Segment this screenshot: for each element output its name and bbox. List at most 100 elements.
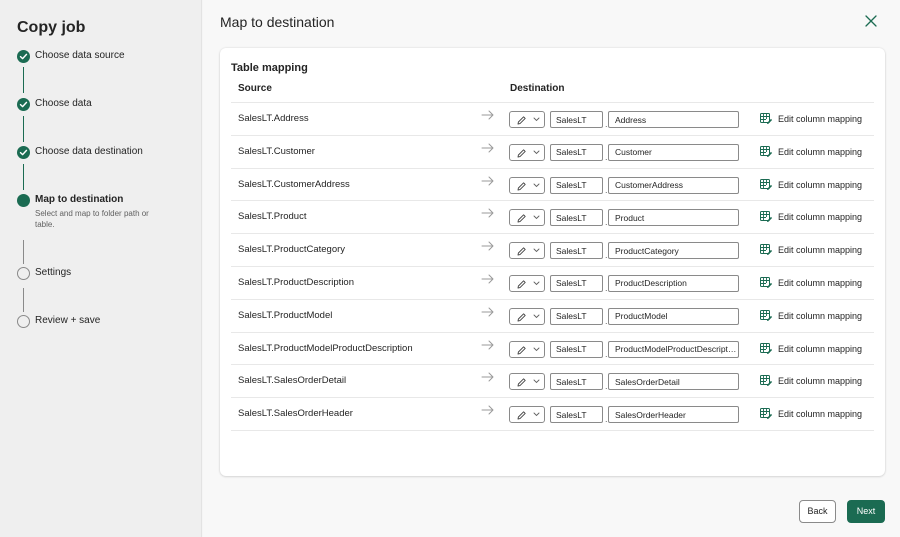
table-row: SalesLT.ProductDescription . Edit column… <box>231 267 874 300</box>
table-row: SalesLT.ProductCategory . Edit column ma… <box>231 234 874 267</box>
destination-table-input[interactable] <box>608 143 739 161</box>
step-connector <box>23 288 24 312</box>
table-row: SalesLT.ProductModelProductDescription .… <box>231 333 874 366</box>
step-label: Map to destination <box>35 194 124 205</box>
mapping-mode-dropdown[interactable] <box>509 406 545 424</box>
edit-column-mapping-label: Edit column mapping <box>778 343 863 354</box>
arrow-right-icon <box>481 405 494 415</box>
step-connector <box>23 240 24 264</box>
step-description: Select and map to folder path or table. <box>35 209 149 229</box>
destination-column-header: Destination <box>510 83 565 94</box>
pending-step-icon <box>17 267 30 280</box>
mapping-mode-dropdown[interactable] <box>509 209 545 227</box>
table-edit-icon <box>760 375 773 387</box>
mapping-mode-dropdown[interactable] <box>509 307 545 325</box>
source-table-name: SalesLT.ProductModelProductDescription <box>238 342 413 354</box>
source-table-name: SalesLT.SalesOrderDetail <box>238 375 347 387</box>
source-table-name: SalesLT.SalesOrderHeader <box>238 408 353 420</box>
arrow-right-icon <box>481 340 494 350</box>
destination-schema-input[interactable] <box>550 307 603 325</box>
pencil-icon <box>517 116 526 125</box>
mapping-mode-dropdown[interactable] <box>509 274 545 292</box>
destination-schema-input[interactable] <box>550 406 603 424</box>
destination-schema-input[interactable] <box>550 111 603 128</box>
current-step-icon <box>17 194 30 207</box>
mapping-mode-dropdown[interactable] <box>509 340 545 358</box>
pencil-icon <box>517 411 526 420</box>
checkmark-icon <box>17 50 30 63</box>
destination-table-input[interactable] <box>608 111 739 128</box>
mapping-mode-dropdown[interactable] <box>509 176 545 194</box>
destination-table-input[interactable] <box>608 242 739 260</box>
edit-column-mapping-label: Edit column mapping <box>778 376 863 387</box>
step-connector <box>23 164 24 190</box>
destination-schema-input[interactable] <box>550 373 603 391</box>
pencil-icon <box>517 181 526 191</box>
step-choose-data[interactable]: Choose data <box>17 98 197 112</box>
destination-table-input[interactable] <box>608 340 739 358</box>
chevron-down-icon <box>533 314 540 318</box>
chevron-down-icon <box>533 215 540 220</box>
destination-schema-input[interactable] <box>550 176 603 194</box>
edit-column-mapping-label: Edit column mapping <box>778 179 863 190</box>
table-row: SalesLT.SalesOrderHeader . Edit column m… <box>231 398 874 431</box>
chevron-down-icon <box>533 347 540 351</box>
mapping-mode-dropdown[interactable] <box>509 111 545 128</box>
mapping-mode-dropdown[interactable] <box>509 143 545 161</box>
pencil-icon <box>517 345 526 355</box>
pencil-icon <box>517 149 526 158</box>
destination-table-input[interactable] <box>608 373 739 391</box>
arrow-right-icon <box>481 241 494 251</box>
destination-table-input[interactable] <box>608 209 739 227</box>
table-edit-icon <box>760 309 773 321</box>
step-label: Review + save <box>35 315 101 326</box>
source-table-name: SalesLT.ProductDescription <box>238 276 354 288</box>
checkmark-icon <box>17 146 30 159</box>
chevron-down-icon <box>533 412 540 417</box>
table-edit-icon <box>760 178 773 190</box>
table-row: SalesLT.Customer . Edit column mapping <box>231 136 874 169</box>
main-panel: Map to destination Table mapping Source … <box>203 0 900 537</box>
next-button[interactable]: Next <box>847 500 885 523</box>
step-review-save[interactable]: Review + save <box>17 315 197 329</box>
table-row: SalesLT.SalesOrderDetail . Edit column m… <box>231 365 874 399</box>
destination-schema-input[interactable] <box>550 274 603 292</box>
chevron-down-icon <box>533 281 540 286</box>
source-table-name: SalesLT.Address <box>238 113 309 124</box>
close-icon[interactable] <box>863 13 879 29</box>
table-mapping-card: Table mapping Source Destination SalesLT… <box>220 48 885 476</box>
arrow-right-icon <box>481 208 494 218</box>
pending-step-icon <box>17 315 30 328</box>
step-choose-data-source[interactable]: Choose data source <box>17 50 197 64</box>
table-edit-icon <box>760 244 773 256</box>
chevron-down-icon <box>533 248 540 253</box>
table-edit-icon <box>760 276 773 288</box>
mapping-mode-dropdown[interactable] <box>509 242 545 260</box>
wizard-title: Copy job <box>17 19 86 36</box>
arrow-right-icon <box>481 176 494 186</box>
section-title: Table mapping <box>231 62 308 74</box>
destination-table-input[interactable] <box>608 406 739 424</box>
destination-schema-input[interactable] <box>550 340 603 358</box>
destination-table-input[interactable] <box>608 176 739 194</box>
destination-schema-input[interactable] <box>550 209 603 227</box>
table-row: SalesLT.Address . Edit column mapping <box>231 103 874 136</box>
back-button[interactable]: Back <box>799 500 836 523</box>
edit-column-mapping-label: Edit column mapping <box>778 310 863 321</box>
arrow-right-icon <box>481 110 494 120</box>
source-column-header: Source <box>238 83 272 94</box>
destination-table-input[interactable] <box>608 307 739 325</box>
step-connector <box>23 116 24 142</box>
mapping-mode-dropdown[interactable] <box>509 373 545 391</box>
step-settings[interactable]: Settings <box>17 267 197 281</box>
chevron-down-icon <box>533 183 540 187</box>
edit-column-mapping-label: Edit column mapping <box>778 245 863 256</box>
pencil-icon <box>517 378 526 387</box>
destination-table-input[interactable] <box>608 274 739 292</box>
step-choose-data-destination[interactable]: Choose data destination <box>17 146 197 160</box>
step-map-to-destination[interactable]: Map to destination Select and map to fol… <box>17 194 197 234</box>
source-table-name: SalesLT.CustomerAddress <box>238 178 350 190</box>
destination-schema-input[interactable] <box>550 242 603 260</box>
table-edit-icon <box>760 211 773 223</box>
destination-schema-input[interactable] <box>550 143 603 161</box>
